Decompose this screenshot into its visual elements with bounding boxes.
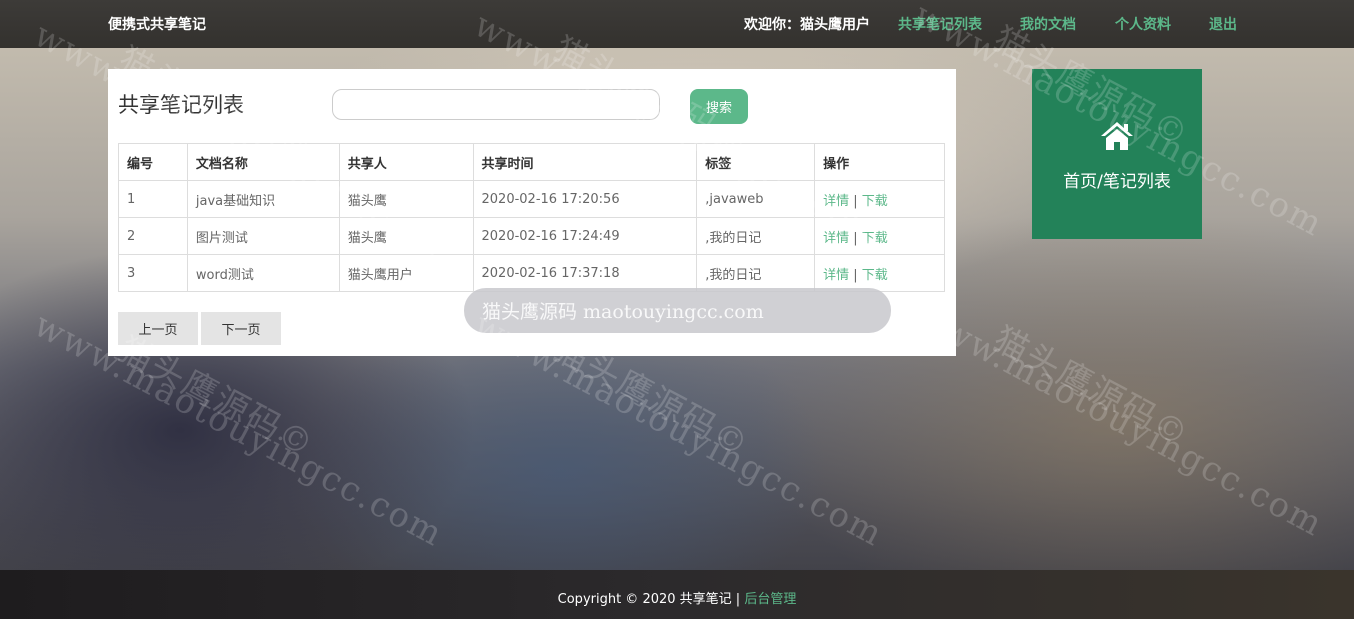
- cell-actions: 详情 | 下载: [814, 254, 945, 292]
- column-header-actions: 操作: [814, 143, 945, 181]
- notes-table: 编号 文档名称 共享人 共享时间 标签 操作 1 java基础知识 猫头鹰 20…: [118, 143, 945, 292]
- home-icon: [1101, 122, 1133, 150]
- cell-name: java基础知识: [186, 180, 340, 218]
- column-header-name: 文档名称: [186, 143, 340, 181]
- table-header-row: 编号 文档名称 共享人 共享时间 标签 操作: [118, 143, 945, 181]
- copyright-text: Copyright © 2020 共享笔记 |: [557, 592, 741, 607]
- cell-sharer: 猫头鹰: [338, 217, 474, 255]
- home-tile-label: 首页/笔记列表: [1063, 172, 1171, 192]
- top-navbar: 便携式共享笔记 欢迎你：猫头鹰用户 共享笔记列表 我的文档 个人资料 退出: [0, 0, 1354, 48]
- detail-link[interactable]: 详情: [823, 194, 849, 209]
- column-header-tag: 标签: [696, 143, 816, 181]
- table-row: 2 图片测试 猫头鹰 2020-02-16 17:24:49 ,我的日记 详情 …: [118, 217, 945, 255]
- download-link[interactable]: 下载: [862, 194, 888, 209]
- cell-tag: ,我的日记: [696, 254, 816, 292]
- action-separator: |: [853, 193, 858, 209]
- nav-my-documents[interactable]: 我的文档: [1020, 14, 1076, 34]
- table-row: 1 java基础知识 猫头鹰 2020-02-16 17:20:56 ,java…: [118, 180, 945, 218]
- page-title: 共享笔记列表: [118, 93, 244, 117]
- column-header-id: 编号: [118, 143, 188, 181]
- download-link[interactable]: 下载: [862, 231, 888, 246]
- watermark-text: 猫头鹰源码©: [986, 319, 1197, 456]
- cell-time: 2020-02-16 17:20:56: [472, 180, 698, 218]
- cell-time: 2020-02-16 17:37:18: [472, 254, 698, 292]
- cell-sharer: 猫头鹰: [338, 180, 474, 218]
- watermark-overlay-bar: 猫头鹰源码 maotouyingcc.com: [464, 288, 891, 333]
- cell-actions: 详情 | 下载: [814, 217, 945, 255]
- cell-id: 1: [118, 180, 188, 218]
- detail-link[interactable]: 详情: [823, 268, 849, 283]
- table-row: 3 word测试 猫头鹰用户 2020-02-16 17:37:18 ,我的日记…: [118, 254, 945, 292]
- nav-logout[interactable]: 退出: [1209, 14, 1237, 34]
- admin-link[interactable]: 后台管理: [744, 592, 796, 607]
- action-separator: |: [853, 267, 858, 283]
- watermark-text: www.maotouyingcc.com: [907, 294, 1331, 546]
- action-separator: |: [853, 230, 858, 246]
- cell-id: 3: [118, 254, 188, 292]
- cell-name: word测试: [186, 254, 340, 292]
- cell-tag: ,我的日记: [696, 217, 816, 255]
- home-tile[interactable]: 首页/笔记列表: [1032, 69, 1202, 239]
- cell-id: 2: [118, 217, 188, 255]
- overlay-text: 猫头鹰源码 maotouyingcc.com: [482, 301, 764, 323]
- footer: Copyright © 2020 共享笔记 | 后台管理: [0, 570, 1354, 619]
- cell-name: 图片测试: [186, 217, 340, 255]
- cell-sharer: 猫头鹰用户: [338, 254, 474, 292]
- next-page-button[interactable]: 下一页: [201, 312, 281, 345]
- cell-tag: ,javaweb: [696, 180, 816, 218]
- cell-actions: 详情 | 下载: [814, 180, 945, 218]
- brand-title[interactable]: 便携式共享笔记: [108, 14, 206, 34]
- nav-profile[interactable]: 个人资料: [1115, 14, 1171, 34]
- nav-shared-notes-list[interactable]: 共享笔记列表: [898, 14, 982, 34]
- download-link[interactable]: 下载: [862, 268, 888, 283]
- search-button[interactable]: 搜索: [690, 89, 748, 124]
- detail-link[interactable]: 详情: [823, 231, 849, 246]
- prev-page-button[interactable]: 上一页: [118, 312, 198, 345]
- search-input[interactable]: [332, 89, 660, 120]
- welcome-text: 欢迎你：猫头鹰用户: [744, 17, 870, 33]
- cell-time: 2020-02-16 17:24:49: [472, 217, 698, 255]
- footer-text: Copyright © 2020 共享笔记 | 后台管理: [0, 588, 1354, 607]
- column-header-sharer: 共享人: [338, 143, 474, 181]
- column-header-time: 共享时间: [472, 143, 698, 181]
